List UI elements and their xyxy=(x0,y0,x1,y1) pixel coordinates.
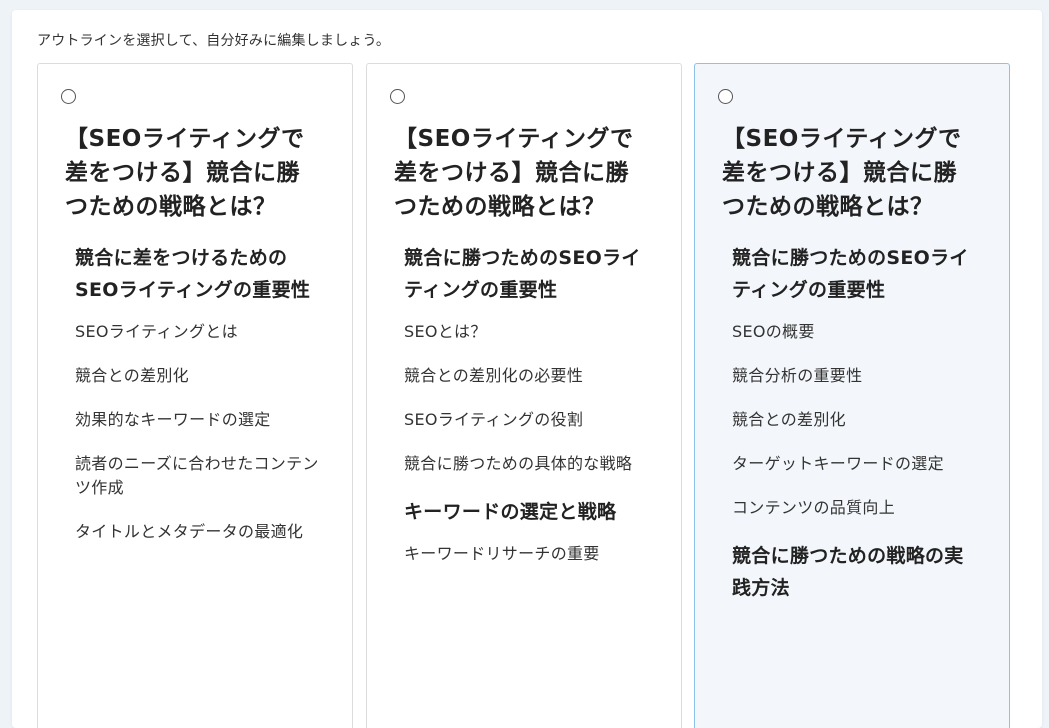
outline-heading-h3: ターゲットキーワードの選定 xyxy=(732,454,944,473)
outline-heading-h2: 競合に勝つための戦略の実践方法 xyxy=(732,545,964,599)
outline-heading-h3: SEOとは？ xyxy=(404,322,487,341)
outline-heading-h3: SEOライティングの役割 xyxy=(404,410,584,429)
outline-heading-h3: SEOの概要 xyxy=(732,322,815,341)
outline-heading-h2: キーワードの選定と戦略 xyxy=(404,501,617,523)
outline-heading-h3: キーワードリサーチの重要 xyxy=(404,544,600,563)
outline-heading-h3: 競合分析の重要性 xyxy=(732,366,863,385)
outline-heading-h3: 競合との差別化 xyxy=(732,410,846,429)
outline-card-1[interactable]: 【SEOライティングで差をつける】競合に勝つための戦略とは？ 競合に差をつけるた… xyxy=(37,63,353,728)
outline-card-3[interactable]: 【SEOライティングで差をつける】競合に勝つための戦略とは？ 競合に勝つためのS… xyxy=(694,63,1010,728)
outline-heading-h3: 読者のニーズに合わせたコンテンツ作成 xyxy=(75,454,319,497)
outline-card-body: 【SEOライティングで差をつける】競合に勝つための戦略とは？ 競合に勝つためのS… xyxy=(722,122,977,618)
outline-heading-h2: 競合に勝つためのSEOライティングの重要性 xyxy=(732,247,969,301)
outline-heading-h2: 競合に勝つためのSEOライティングの重要性 xyxy=(404,247,641,301)
outline-heading-h3: 競合に勝つための具体的な戦略 xyxy=(404,454,633,473)
outline-selection-panel: アウトラインを選択して、自分好みに編集しましょう。 【SEOライティングで差をつ… xyxy=(12,10,1042,728)
outline-card-2[interactable]: 【SEOライティングで差をつける】競合に勝つための戦略とは？ 競合に勝つためのS… xyxy=(366,63,682,728)
outline-heading-h3: SEOライティングとは xyxy=(75,322,238,341)
outline-title: 【SEOライティングで差をつける】競合に勝つための戦略とは？ xyxy=(65,126,305,220)
outline-heading-h2: 競合に差をつけるためのSEOライティングの重要性 xyxy=(75,247,311,301)
outline-card-body: 【SEOライティングで差をつける】競合に勝つための戦略とは？ 競合に差をつけるた… xyxy=(65,122,320,564)
outline-heading-h3: コンテンツの品質向上 xyxy=(732,498,896,517)
outline-card-body: 【SEOライティングで差をつける】競合に勝つための戦略とは？ 競合に勝つためのS… xyxy=(394,122,649,586)
outline-heading-h3: 競合との差別化の必要性 xyxy=(404,366,584,385)
outline-heading-h3: タイトルとメタデータの最適化 xyxy=(75,522,304,541)
radio-button-1[interactable] xyxy=(61,89,76,104)
outline-heading-h3: 競合との差別化 xyxy=(75,366,189,385)
radio-button-2[interactable] xyxy=(390,89,405,104)
outline-title: 【SEOライティングで差をつける】競合に勝つための戦略とは？ xyxy=(394,126,634,220)
outline-heading-h3: 効果的なキーワードの選定 xyxy=(75,410,271,429)
radio-button-3[interactable] xyxy=(718,89,733,104)
instruction-text: アウトラインを選択して、自分好みに編集しましょう。 xyxy=(37,33,391,49)
outline-title: 【SEOライティングで差をつける】競合に勝つための戦略とは？ xyxy=(722,126,962,220)
